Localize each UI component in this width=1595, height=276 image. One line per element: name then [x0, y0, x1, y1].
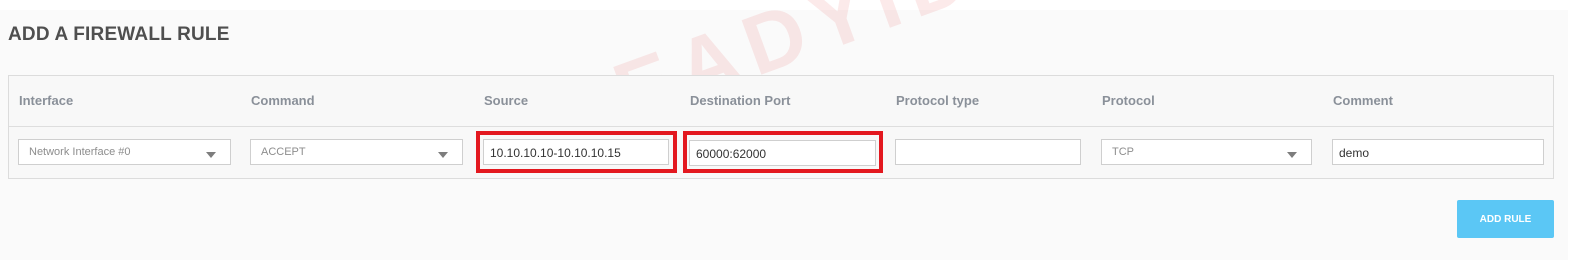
page-title: ADD A FIREWALL RULE	[8, 24, 230, 45]
protocol-type-input[interactable]	[895, 139, 1081, 165]
header-protocol: Protocol	[1102, 93, 1155, 108]
command-select-value: ACCEPT	[261, 146, 306, 158]
interface-select-value: Network Interface #0	[29, 146, 131, 158]
header-interface: Interface	[19, 93, 74, 108]
add-rule-button[interactable]: ADD RULE	[1457, 200, 1554, 238]
protocol-select[interactable]: TCP	[1101, 139, 1312, 165]
chevron-down-icon	[1287, 152, 1297, 158]
chevron-down-icon	[206, 152, 216, 158]
header-destination-port: Destination Port	[690, 93, 791, 108]
command-select[interactable]: ACCEPT	[250, 139, 463, 165]
comment-input[interactable]: demo	[1332, 139, 1544, 165]
comment-input-value: demo	[1339, 146, 1370, 160]
source-highlight-box	[476, 131, 677, 173]
chevron-down-icon	[438, 152, 448, 158]
interface-select[interactable]: Network Interface #0	[18, 139, 231, 165]
header-protocol-type: Protocol type	[896, 93, 980, 108]
table-header-row: Interface Command Source Destination Por…	[9, 76, 1553, 127]
header-comment: Comment	[1333, 93, 1393, 108]
header-source: Source	[484, 93, 529, 108]
header-command: Command	[251, 93, 315, 108]
destination-port-highlight-box	[683, 131, 883, 173]
protocol-select-value: TCP	[1112, 146, 1134, 158]
